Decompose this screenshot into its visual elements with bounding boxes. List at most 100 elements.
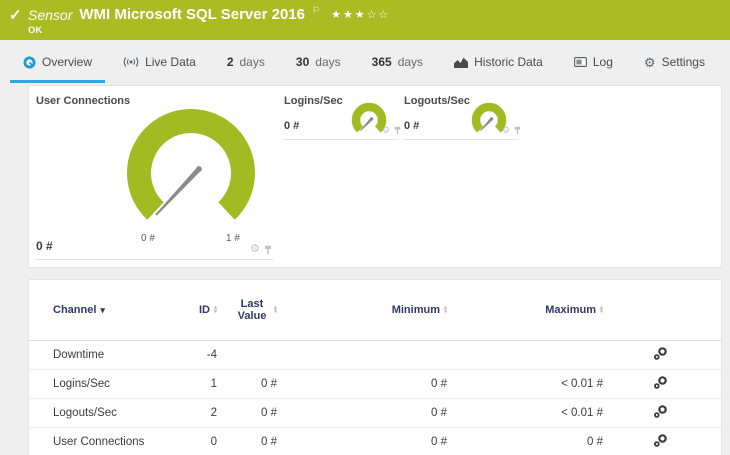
tab-2-days[interactable]: 2 days — [214, 44, 278, 83]
tab-historic-data[interactable]: Historic Data — [441, 44, 556, 83]
tab-number: 30 — [295, 55, 310, 69]
channel-id: 0 — [179, 427, 227, 455]
channel-minimum: 0 # — [289, 398, 459, 428]
tab-bar: Overview Live Data 2 days 30 days 365 da… — [0, 40, 730, 85]
table-row-downtime: Downtime -4 — [29, 340, 721, 370]
tab-label: Overview — [42, 55, 93, 69]
sort-icon: ▴ ▾ — [273, 305, 277, 315]
tab-label: Historic Data — [474, 55, 543, 69]
channel-last-value — [227, 340, 289, 370]
table-row-logouts: Logouts/Sec 2 0 # 0 # < 0.01 # — [29, 398, 721, 428]
tab-number: 2 — [226, 55, 234, 69]
column-label: Channel — [53, 304, 97, 316]
gauge-value-logouts: 0 # — [404, 120, 420, 132]
column-header-channel[interactable]: Channel ▾ — [29, 280, 179, 341]
column-label: ID — [198, 304, 210, 316]
channel-last-value: 0 # — [227, 369, 289, 399]
channel-minimum: 0 # — [289, 427, 459, 455]
prtg-sensor-page: ✓ Sensor WMI Microsoft SQL Server 2016 ⚐… — [0, 0, 730, 455]
sensor-status-text: OK — [28, 25, 43, 36]
channel-maximum: 0 # — [459, 427, 615, 455]
gauge-toolbar: ⚙ — [502, 126, 521, 135]
channel-id: 1 — [179, 369, 227, 399]
priority-stars[interactable]: ★★★☆☆ — [331, 4, 390, 21]
column-label: Minimum — [391, 304, 440, 316]
channel-id: -4 — [179, 340, 227, 370]
channel-settings-icon[interactable] — [653, 346, 668, 361]
divider — [36, 259, 273, 260]
tab-30-days[interactable]: 30 days — [283, 44, 354, 83]
channel-minimum — [289, 340, 459, 370]
flag-icon[interactable]: ⚐ — [312, 4, 320, 16]
gauge-value-user-connections: 0 # — [36, 239, 53, 253]
sensor-status-header: ✓ Sensor WMI Microsoft SQL Server 2016 ⚐… — [0, 0, 730, 40]
sensor-title: WMI Microsoft SQL Server 2016 — [79, 6, 305, 23]
channel-maximum — [459, 340, 615, 370]
live-signal-icon — [123, 57, 139, 67]
table-row-logins: Logins/Sec 1 0 # 0 # < 0.01 # — [29, 369, 721, 399]
channel-name: Downtime — [29, 340, 179, 370]
channel-minimum: 0 # — [289, 369, 459, 399]
column-header-maximum[interactable]: Maximum ▴ ▾ — [459, 280, 615, 341]
channel-name: Logouts/Sec — [29, 398, 179, 428]
gauge-value-logins: 0 # — [284, 120, 300, 132]
gauge-toolbar: ⚙ — [250, 244, 272, 255]
divider — [404, 139, 519, 140]
tab-365-days[interactable]: 365 days — [359, 44, 436, 83]
sort-icon: ▴ ▾ — [599, 305, 603, 316]
gear-icon[interactable]: ⚙ — [382, 126, 390, 135]
divider — [284, 139, 399, 140]
pin-icon[interactable] — [264, 245, 272, 255]
tab-label: Live Data — [145, 55, 196, 69]
user-connections-gauge — [127, 109, 255, 220]
tab-live-data[interactable]: Live Data — [110, 44, 209, 83]
channel-name: User Connections — [29, 427, 179, 455]
tab-label: days — [397, 55, 424, 69]
channel-last-value: 0 # — [227, 427, 289, 455]
channel-table-panel: Channel ▾ ID ▴ ▾ Last Value ▴ ▾ Minimum ▴ ▾ … — [28, 279, 722, 455]
channel-last-value: 0 # — [227, 398, 289, 428]
tab-label: Settings — [661, 55, 705, 69]
gear-icon[interactable]: ⚙ — [502, 126, 510, 135]
gear-icon[interactable]: ⚙ — [250, 244, 260, 255]
channel-settings-icon[interactable] — [653, 433, 668, 448]
table-row-user-connections: User Connections 0 0 # 0 # 0 # — [29, 427, 721, 455]
gauge-toolbar: ⚙ — [382, 126, 401, 135]
sort-desc-icon: ▾ — [100, 305, 105, 315]
channel-settings-icon[interactable] — [653, 375, 668, 390]
tab-label: days — [315, 55, 341, 69]
sort-icon: ▴ ▾ — [443, 305, 447, 316]
column-label: Maximum — [545, 304, 596, 316]
column-header-id[interactable]: ID ▴ ▾ — [179, 280, 227, 341]
pin-icon[interactable] — [514, 126, 521, 135]
gauge-scale-max: 1 # — [226, 233, 240, 244]
tab-label: Log — [592, 55, 613, 69]
pin-icon[interactable] — [394, 126, 401, 135]
channel-settings-icon[interactable] — [653, 404, 668, 419]
sort-icon: ▴ ▾ — [213, 305, 217, 316]
tab-number: 365 — [371, 55, 392, 69]
gear-icon: ⚙ — [643, 54, 656, 70]
gauge-title-logins: Logins/Sec — [284, 95, 343, 107]
channel-table: Channel ▾ ID ▴ ▾ Last Value ▴ ▾ Minimum ▴ ▾ … — [29, 280, 721, 455]
channel-id: 2 — [179, 398, 227, 428]
gauges-panel: User Connections 0 # 1 # 0 # ⚙ Logins/Se… — [28, 85, 722, 268]
object-kind-label: Sensor — [28, 7, 73, 23]
tab-log[interactable]: Log — [561, 44, 626, 83]
channel-maximum: < 0.01 # — [459, 369, 615, 399]
tab-overview[interactable]: Overview — [10, 44, 106, 83]
historic-chart-icon — [454, 57, 469, 68]
gauge-title-logouts: Logouts/Sec — [404, 95, 471, 107]
gauge-icon — [23, 56, 36, 68]
gauge-scale-min: 0 # — [141, 233, 155, 244]
channel-maximum: < 0.01 # — [459, 398, 615, 428]
tab-settings[interactable]: ⚙ Settings — [631, 44, 718, 83]
column-header-minimum[interactable]: Minimum ▴ ▾ — [289, 280, 459, 341]
status-check-icon: ✓ — [9, 7, 22, 24]
table-header-row: Channel ▾ ID ▴ ▾ Last Value ▴ ▾ Minimum ▴ ▾ … — [29, 280, 721, 341]
channel-name: Logins/Sec — [29, 369, 179, 399]
log-icon — [573, 57, 587, 67]
tab-label: days — [239, 55, 265, 69]
column-label: Last Value — [237, 298, 267, 322]
column-header-last-value[interactable]: Last Value ▴ ▾ — [227, 280, 289, 341]
